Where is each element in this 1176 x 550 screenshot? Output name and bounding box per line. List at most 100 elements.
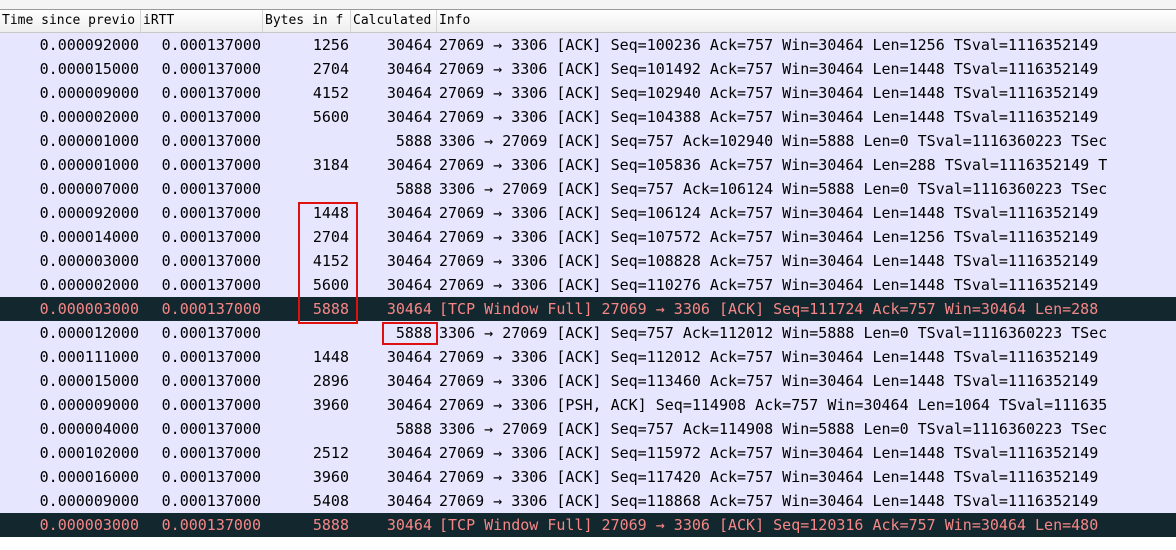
info-cell: 27069 → 3306 [ACK] Seq=106124 Ack=757 Wi… bbox=[439, 204, 1099, 222]
time-cell: 0.000001000 bbox=[39, 132, 139, 150]
column-header-info[interactable]: Info bbox=[437, 10, 1176, 32]
packet-row[interactable]: 0.000004000 0.000137000 5888 3306 → 27069 [… bbox=[0, 417, 1176, 441]
packet-row[interactable]: 0.000092000 0.000137000 1448 30464 27069 → 3… bbox=[0, 201, 1176, 225]
bytes-in-flight-cell bbox=[263, 321, 349, 345]
packet-row[interactable]: 0.000002000 0.000137000 5600 30464 27069 → 3… bbox=[0, 105, 1176, 129]
time-cell: 0.000102000 bbox=[39, 444, 139, 462]
calculated-window-cell: 30464 bbox=[386, 204, 432, 222]
bytes-in-flight-cell: 2704 bbox=[312, 60, 349, 78]
irtt-cell: 0.000137000 bbox=[161, 396, 261, 414]
info-cell: [TCP Window Full] 27069 → 3306 [ACK] Seq… bbox=[439, 516, 1099, 534]
time-cell: 0.000003000 bbox=[39, 516, 139, 534]
time-cell: 0.000015000 bbox=[39, 372, 139, 390]
packet-row[interactable]: 0.000102000 0.000137000 2512 30464 27069 → 3… bbox=[0, 441, 1176, 465]
packet-row[interactable]: 0.000003000 0.000137000 4152 30464 27069 → 3… bbox=[0, 249, 1176, 273]
packet-row[interactable]: 0.000009000 0.000137000 5408 30464 27069 → 3… bbox=[0, 489, 1176, 513]
packet-rows: 0.000092000 0.000137000 1256 30464 27069 → 3… bbox=[0, 33, 1176, 537]
irtt-cell: 0.000137000 bbox=[161, 324, 261, 342]
calculated-window-cell: 30464 bbox=[386, 60, 432, 78]
time-cell: 0.000004000 bbox=[39, 420, 139, 438]
bytes-in-flight-cell: 3960 bbox=[312, 396, 349, 414]
calculated-window-cell: 30464 bbox=[386, 468, 432, 486]
info-cell: 3306 → 27069 [ACK] Seq=757 Ack=106124 Wi… bbox=[439, 180, 1108, 198]
time-cell: 0.000015000 bbox=[39, 60, 139, 78]
info-cell: 27069 → 3306 [PSH, ACK] Seq=114908 Ack=7… bbox=[439, 396, 1108, 414]
info-cell: 27069 → 3306 [ACK] Seq=101492 Ack=757 Wi… bbox=[439, 60, 1099, 78]
info-cell: 27069 → 3306 [ACK] Seq=108828 Ack=757 Wi… bbox=[439, 252, 1099, 270]
packet-row[interactable]: 0.000009000 0.000137000 3960 30464 27069 → 3… bbox=[0, 393, 1176, 417]
info-cell: 27069 → 3306 [ACK] Seq=104388 Ack=757 Wi… bbox=[439, 108, 1099, 126]
time-cell: 0.000009000 bbox=[39, 492, 139, 510]
calculated-window-cell: 30464 bbox=[386, 492, 432, 510]
irtt-cell: 0.000137000 bbox=[161, 276, 261, 294]
calculated-window-cell: 30464 bbox=[386, 252, 432, 270]
packet-row[interactable]: 0.000001000 0.000137000 5888 3306 → 27069 [… bbox=[0, 129, 1176, 153]
time-cell: 0.000001000 bbox=[39, 156, 139, 174]
packet-row[interactable]: 0.000001000 0.000137000 3184 30464 27069 → 3… bbox=[0, 153, 1176, 177]
irtt-cell: 0.000137000 bbox=[161, 60, 261, 78]
packet-row[interactable]: 0.000015000 0.000137000 2704 30464 27069 → 3… bbox=[0, 57, 1176, 81]
packet-row[interactable]: 0.000012000 0.000137000 5888 3306 → 27069 [… bbox=[0, 321, 1176, 345]
packet-row-selected[interactable]: 0.000003000 0.000137000 5888 30464 [TCP Wind… bbox=[0, 513, 1176, 537]
time-cell: 0.000007000 bbox=[39, 180, 139, 198]
time-cell: 0.000016000 bbox=[39, 468, 139, 486]
info-cell: 27069 → 3306 [ACK] Seq=107572 Ack=757 Wi… bbox=[439, 228, 1099, 246]
packet-row[interactable]: 0.000007000 0.000137000 5888 3306 → 27069 [… bbox=[0, 177, 1176, 201]
packet-row[interactable]: 0.000111000 0.000137000 1448 30464 27069 → 3… bbox=[0, 345, 1176, 369]
bytes-in-flight-cell: 4152 bbox=[312, 252, 349, 270]
irtt-cell: 0.000137000 bbox=[161, 492, 261, 510]
bytes-in-flight-cell: 5600 bbox=[312, 108, 349, 126]
column-header-bar: Time since previo iRTT Bytes in f Calcul… bbox=[0, 10, 1176, 33]
bytes-in-flight-cell bbox=[263, 417, 349, 441]
packet-row[interactable]: 0.000016000 0.000137000 3960 30464 27069 → 3… bbox=[0, 465, 1176, 489]
time-cell: 0.000092000 bbox=[39, 204, 139, 222]
irtt-cell: 0.000137000 bbox=[161, 516, 261, 534]
toolbar-strip bbox=[0, 0, 1176, 10]
time-cell: 0.000012000 bbox=[39, 324, 139, 342]
info-cell: 27069 → 3306 [ACK] Seq=117420 Ack=757 Wi… bbox=[439, 468, 1099, 486]
info-cell: 27069 → 3306 [ACK] Seq=105836 Ack=757 Wi… bbox=[439, 156, 1108, 174]
bytes-in-flight-cell bbox=[263, 177, 349, 201]
irtt-cell: 0.000137000 bbox=[161, 444, 261, 462]
packet-row[interactable]: 0.000014000 0.000137000 2704 30464 27069 → 3… bbox=[0, 225, 1176, 249]
packet-row[interactable]: 0.000092000 0.000137000 1256 30464 27069 → 3… bbox=[0, 33, 1176, 57]
column-header-irtt[interactable]: iRTT bbox=[141, 10, 263, 32]
calculated-window-cell: 30464 bbox=[386, 396, 432, 414]
irtt-cell: 0.000137000 bbox=[161, 252, 261, 270]
irtt-cell: 0.000137000 bbox=[161, 180, 261, 198]
irtt-cell: 0.000137000 bbox=[161, 84, 261, 102]
info-cell: 27069 → 3306 [ACK] Seq=112012 Ack=757 Wi… bbox=[439, 348, 1099, 366]
column-header-bytes-in-flight[interactable]: Bytes in f bbox=[263, 10, 351, 32]
time-cell: 0.000092000 bbox=[39, 36, 139, 54]
packet-list[interactable]: Time since previo iRTT Bytes in f Calcul… bbox=[0, 0, 1176, 550]
column-header-calculated-window[interactable]: Calculated bbox=[351, 10, 437, 32]
irtt-cell: 0.000137000 bbox=[161, 108, 261, 126]
time-cell: 0.000014000 bbox=[39, 228, 139, 246]
calculated-window-cell: 5888 bbox=[395, 420, 432, 438]
packet-row[interactable]: 0.000015000 0.000137000 2896 30464 27069 → 3… bbox=[0, 369, 1176, 393]
calculated-window-cell: 5888 bbox=[395, 324, 432, 342]
packet-row[interactable]: 0.000002000 0.000137000 5600 30464 27069 → 3… bbox=[0, 273, 1176, 297]
calculated-window-cell: 30464 bbox=[386, 300, 432, 318]
time-cell: 0.000111000 bbox=[39, 348, 139, 366]
time-cell: 0.000009000 bbox=[39, 396, 139, 414]
bytes-in-flight-cell: 2512 bbox=[312, 444, 349, 462]
calculated-window-cell: 30464 bbox=[386, 516, 432, 534]
calculated-window-cell: 30464 bbox=[386, 444, 432, 462]
info-cell: 27069 → 3306 [ACK] Seq=115972 Ack=757 Wi… bbox=[439, 444, 1099, 462]
bytes-in-flight-cell: 1448 bbox=[312, 204, 349, 222]
packet-row-selected[interactable]: 0.000003000 0.000137000 5888 30464 [TCP Wind… bbox=[0, 297, 1176, 321]
column-header-time-since-previous[interactable]: Time since previo bbox=[0, 10, 141, 32]
calculated-window-cell: 30464 bbox=[386, 276, 432, 294]
bytes-in-flight-cell: 1448 bbox=[312, 348, 349, 366]
info-cell: [TCP Window Full] 27069 → 3306 [ACK] Seq… bbox=[439, 300, 1099, 318]
packet-row[interactable]: 0.000009000 0.000137000 4152 30464 27069 → 3… bbox=[0, 81, 1176, 105]
time-cell: 0.000009000 bbox=[39, 84, 139, 102]
irtt-cell: 0.000137000 bbox=[161, 132, 261, 150]
bytes-in-flight-cell: 3184 bbox=[312, 156, 349, 174]
info-cell: 27069 → 3306 [ACK] Seq=100236 Ack=757 Wi… bbox=[439, 36, 1099, 54]
irtt-cell: 0.000137000 bbox=[161, 420, 261, 438]
info-cell: 3306 → 27069 [ACK] Seq=757 Ack=114908 Wi… bbox=[439, 420, 1108, 438]
bytes-in-flight-cell: 2704 bbox=[312, 228, 349, 246]
bytes-in-flight-cell: 1256 bbox=[312, 36, 349, 54]
